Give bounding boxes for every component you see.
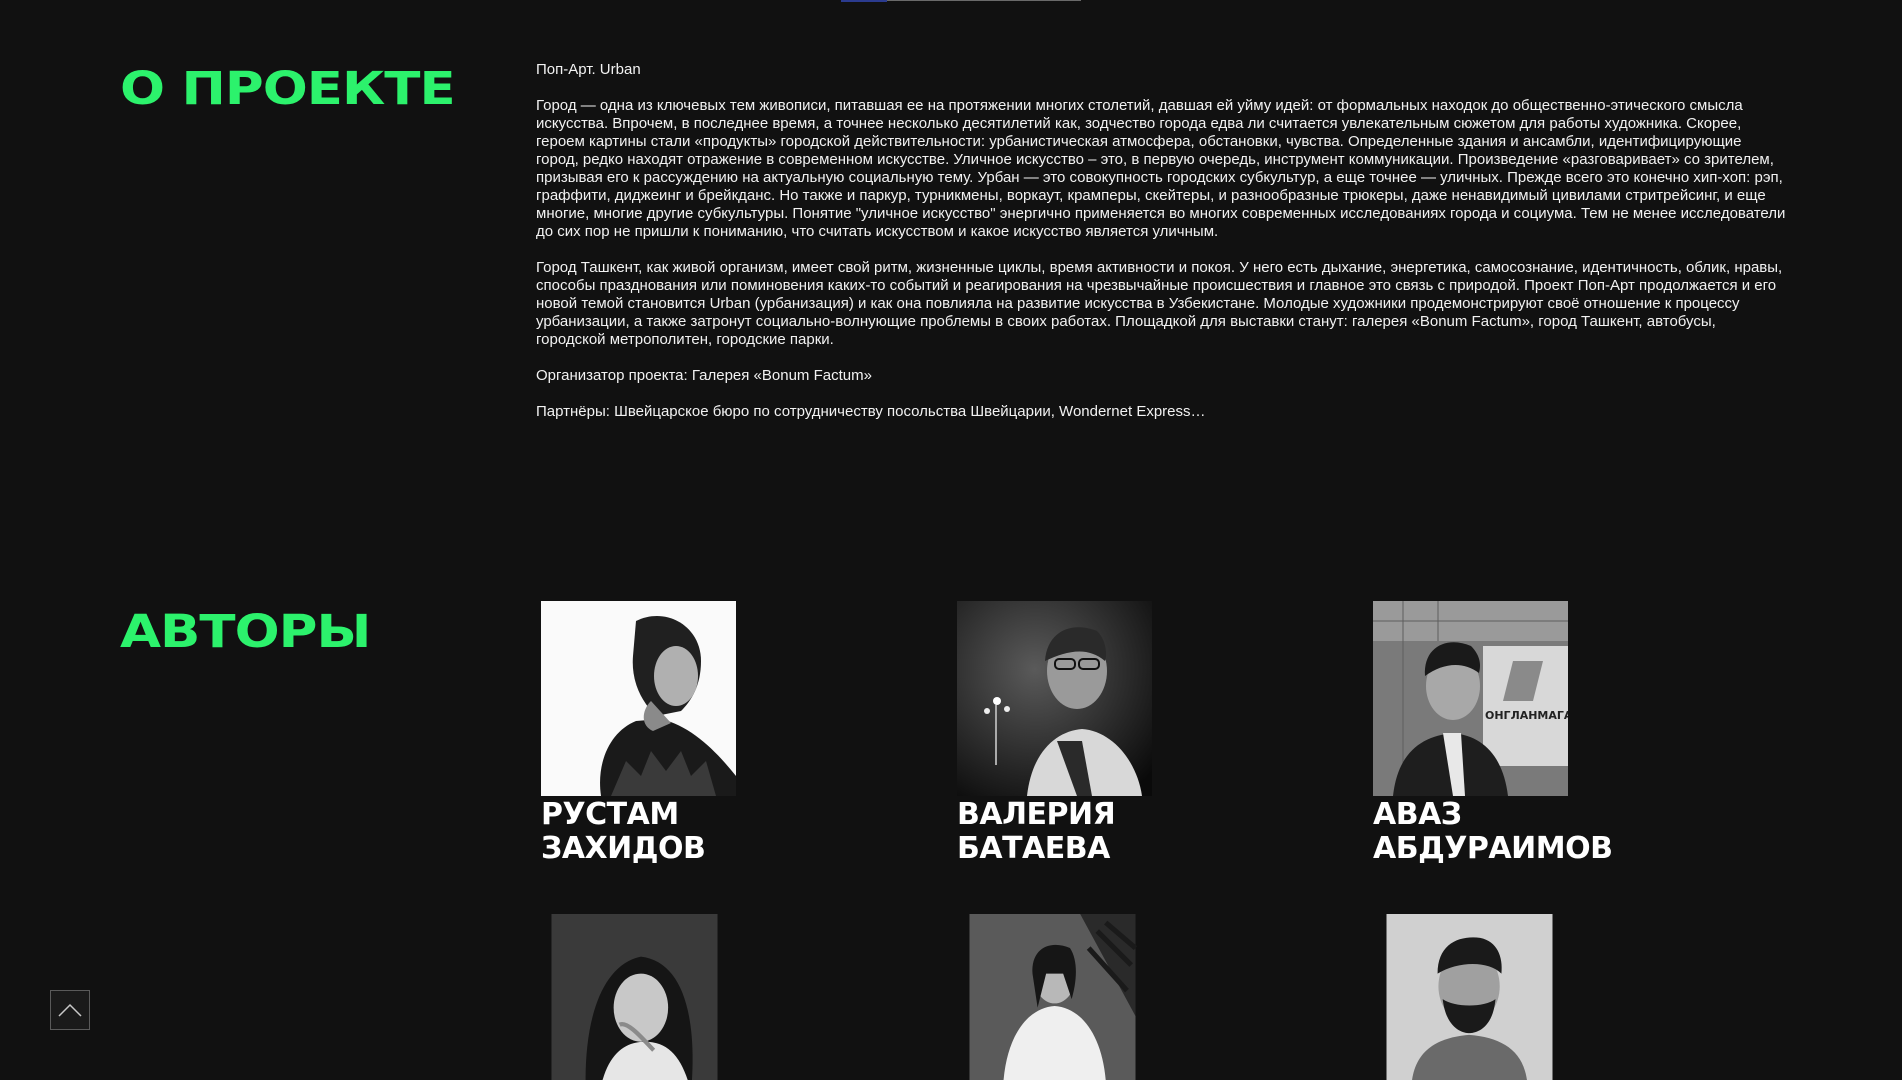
author-name: АВАЗ АБДУРАИМОВ (1373, 798, 1733, 866)
author-photo[interactable] (957, 601, 1152, 796)
sign-text: ОНГЛАНМАГАН (1485, 709, 1568, 722)
author-photo[interactable] (1372, 914, 1567, 1080)
author-card[interactable] (537, 914, 897, 1080)
author-photo[interactable]: ОНГЛАНМАГАН (1373, 601, 1568, 796)
author-card[interactable] (955, 914, 1315, 1080)
authors-section-title: АВТОРЫ (120, 605, 371, 659)
author-name: ВАЛЕРИЯ БАТАЕВА (957, 798, 1317, 866)
chevron-up-icon (58, 1003, 82, 1017)
author-first-name: РУСТАМ (541, 797, 679, 832)
author-last-name: ЗАХИДОВ (541, 831, 706, 866)
author-last-name: АБДУРАИМОВ (1373, 831, 1613, 866)
about-paragraph-2: Город Ташкент, как живой организм, имеет… (536, 259, 1783, 348)
about-paragraph-1: Город — одна из ключевых тем живописи, п… (536, 97, 1786, 240)
top-progress-bar (841, 0, 1081, 2)
author-first-name: АВАЗ (1373, 797, 1462, 832)
scroll-to-top-button[interactable] (50, 990, 90, 1030)
author-card[interactable]: ОНГЛАНМАГАН АВАЗ АБДУРАИМОВ (1373, 601, 1733, 866)
about-text: Поп-Арт. Urban Город — одна из ключевых … (536, 61, 1786, 439)
about-partners: Партнёры: Швейцарское бюро по сотрудниче… (536, 403, 1206, 420)
author-card[interactable] (1372, 914, 1732, 1080)
author-last-name: БАТАЕВА (957, 831, 1110, 866)
top-progress-thumb (841, 0, 887, 2)
page: О ПРОЕКТЕ Поп-Арт. Urban Город — одна из… (0, 0, 1902, 1080)
author-card[interactable]: РУСТАМ ЗАХИДОВ (541, 601, 901, 866)
about-organizer: Организатор проекта: Галерея «Bonum Fact… (536, 367, 872, 384)
author-photo[interactable] (955, 914, 1150, 1080)
author-name: РУСТАМ ЗАХИДОВ (541, 798, 901, 866)
author-first-name: ВАЛЕРИЯ (957, 797, 1116, 832)
about-lead: Поп-Арт. Urban (536, 61, 641, 78)
author-photo[interactable] (537, 914, 732, 1080)
about-section-title: О ПРОЕКТЕ (120, 62, 456, 116)
author-photo[interactable] (541, 601, 736, 796)
author-card[interactable]: ВАЛЕРИЯ БАТАЕВА (957, 601, 1317, 866)
